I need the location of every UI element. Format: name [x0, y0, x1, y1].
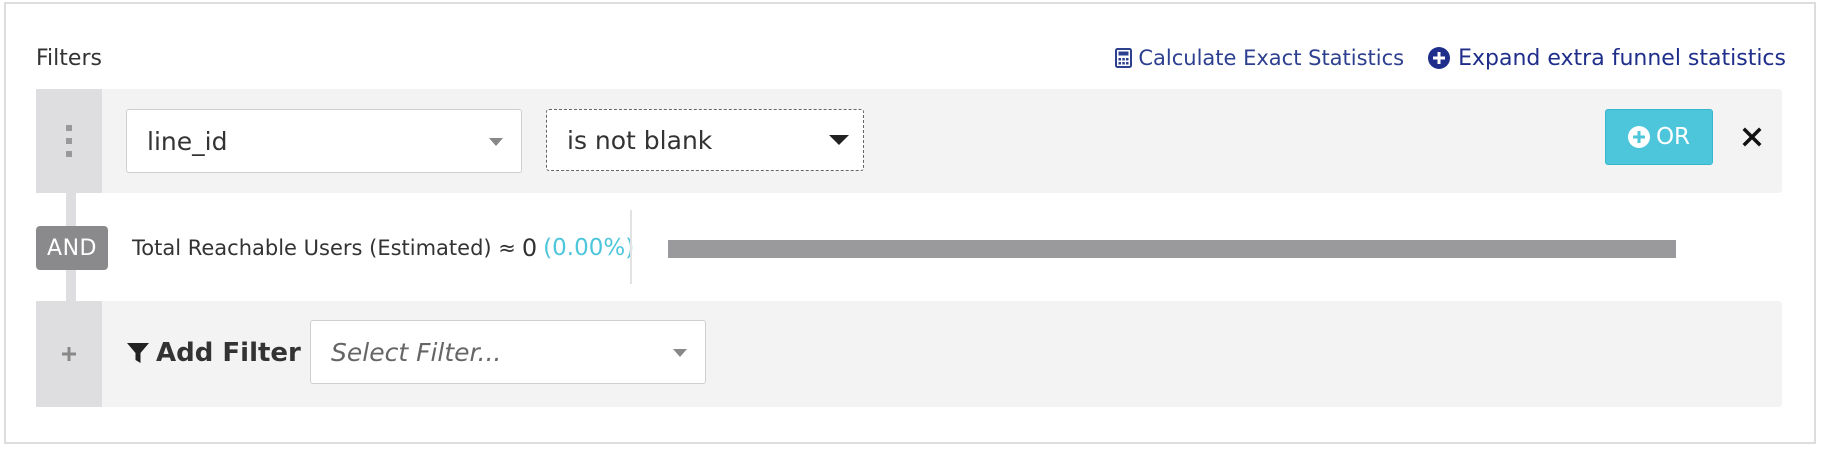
- reachable-users-summary: Total Reachable Users (Estimated) ≈ 0 (0…: [132, 228, 634, 268]
- add-filter-gutter[interactable]: [36, 301, 102, 407]
- reach-progress-fill: [668, 240, 1676, 258]
- plus-circle-icon: [1428, 47, 1451, 69]
- calculator-icon: [1115, 48, 1133, 68]
- or-button-label: OR: [1655, 124, 1691, 150]
- filters-header: Filters Calculate Exact Statistics Expan…: [36, 38, 1786, 78]
- reachable-users-count: 0: [521, 234, 538, 262]
- remove-filter-button[interactable]: [1736, 117, 1768, 157]
- add-filter-label: Add Filter: [126, 331, 301, 375]
- reach-divider: [630, 210, 632, 284]
- filter-row: line_id is not blank OR: [36, 89, 1782, 193]
- reach-progress-bar: [668, 240, 1676, 258]
- field-select[interactable]: line_id: [126, 109, 522, 173]
- close-icon: [1742, 127, 1762, 147]
- or-button[interactable]: OR: [1605, 109, 1713, 165]
- expand-funnel-statistics-link[interactable]: Expand extra funnel statistics: [1428, 46, 1786, 71]
- calculate-exact-statistics-label: Calculate Exact Statistics: [1138, 46, 1405, 70]
- chevron-down-icon: [489, 138, 503, 146]
- field-select-value: line_id: [147, 126, 228, 156]
- drag-handle[interactable]: [36, 89, 102, 193]
- reachable-users-label: Total Reachable Users (Estimated) ≈: [132, 236, 516, 260]
- header-links: Calculate Exact Statistics Expand extra …: [1115, 46, 1786, 71]
- funnel-icon: [126, 341, 150, 365]
- vertical-ellipsis-icon: [65, 125, 73, 157]
- operator-select[interactable]: is not blank: [546, 109, 864, 171]
- select-filter-dropdown[interactable]: Select Filter...: [310, 320, 706, 384]
- add-filter-row: Add Filter Select Filter...: [36, 301, 1782, 407]
- and-badge: AND: [36, 226, 108, 270]
- reachable-users-percent: (0.00%): [543, 235, 635, 261]
- plus-icon: [62, 347, 76, 361]
- plus-circle-icon: [1627, 126, 1650, 148]
- calculate-exact-statistics-link[interactable]: Calculate Exact Statistics: [1115, 46, 1404, 70]
- chevron-down-icon: [829, 135, 849, 145]
- expand-funnel-statistics-label: Expand extra funnel statistics: [1458, 45, 1786, 71]
- add-filter-text: Add Filter: [156, 338, 301, 368]
- select-filter-placeholder: Select Filter...: [331, 337, 502, 367]
- filters-title: Filters: [36, 45, 102, 71]
- operator-select-value: is not blank: [567, 125, 713, 155]
- chevron-down-icon: [673, 349, 687, 357]
